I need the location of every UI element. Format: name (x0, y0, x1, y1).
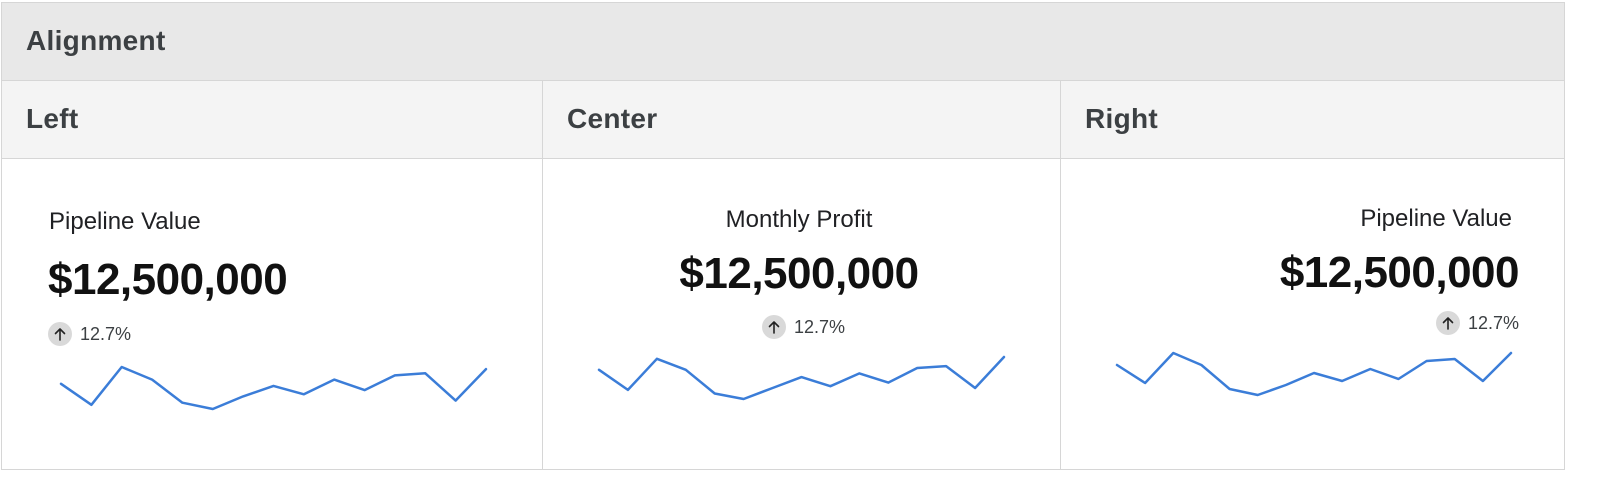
kpi-delta-value: 12.7% (794, 316, 846, 337)
kpi-delta-value: 12.7% (1467, 312, 1519, 333)
column-header-left: Left (2, 81, 543, 158)
column-header-label: Left (26, 103, 79, 134)
column-header-center: Center (543, 81, 1061, 158)
kpi-title: Pipeline Value (49, 208, 201, 235)
column-header-right: Right (1061, 81, 1564, 158)
sparkline-chart (597, 355, 1006, 401)
table-caption-text: Alignment (26, 25, 166, 56)
kpi-value: $12,500,000 (679, 249, 919, 298)
kpi-delta: 12.7% (1435, 310, 1519, 336)
kpi-card-right: Pipeline Value $12,500,000 12.7% (1061, 159, 1564, 469)
kpi-title: Pipeline Value (1360, 205, 1512, 232)
kpi-delta-value: 12.7% (80, 323, 132, 344)
kpi-delta: 12.7% (762, 314, 845, 340)
arrow-up-icon (762, 315, 786, 339)
kpi-title: Monthly Profit (725, 206, 873, 233)
arrow-up-icon (48, 322, 72, 346)
sparkline-series (59, 365, 488, 411)
column-header-label: Center (567, 103, 658, 134)
sparkline-chart (1115, 351, 1513, 397)
sparkline-series (597, 355, 1006, 401)
sparkline-chart (59, 365, 488, 411)
kpi-card-left: Pipeline Value $12,500,000 12.7% (2, 159, 543, 469)
sparkline-series (1115, 351, 1513, 397)
kpi-card-center: Monthly Profit $12,500,000 12.7% (543, 159, 1061, 469)
kpi-delta: 12.7% (48, 321, 131, 347)
arrow-up-icon (1435, 311, 1460, 335)
kpi-value: $12,500,000 (48, 255, 288, 304)
table-header-row: Left Center Right (2, 81, 1564, 159)
table-row: Pipeline Value $12,500,000 12.7% Monthly… (2, 159, 1564, 469)
column-header-label: Right (1085, 103, 1159, 134)
alignment-table: Alignment Left Center Right Pipeline Val… (1, 2, 1565, 470)
table-caption: Alignment (2, 3, 1564, 81)
kpi-value: $12,500,000 (1279, 248, 1520, 297)
